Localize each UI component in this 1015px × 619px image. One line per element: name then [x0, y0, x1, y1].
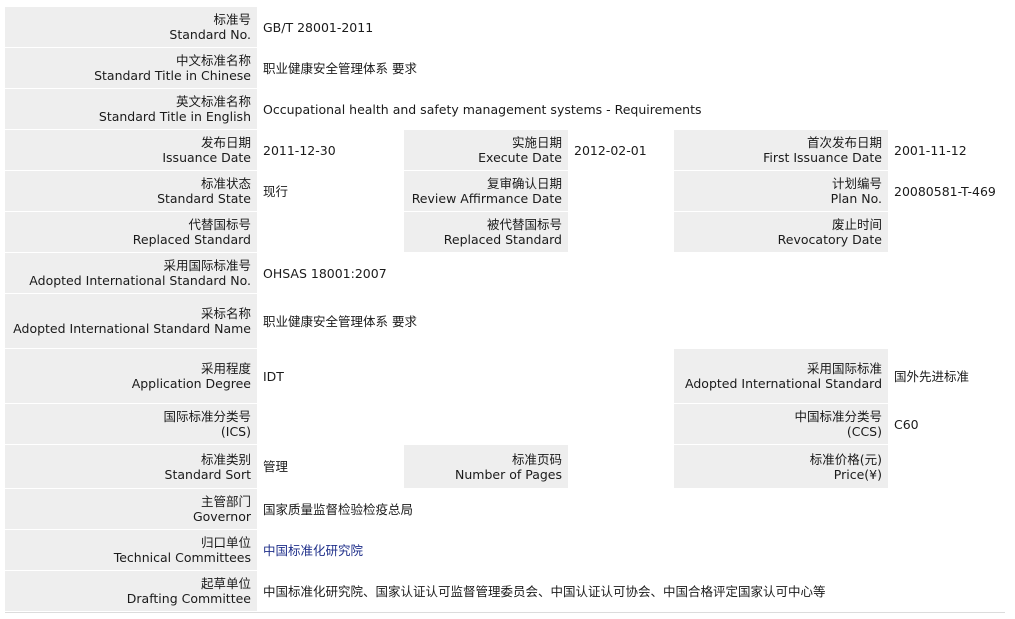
label-revocatory-date: 废止时间 Revocatory Date	[674, 212, 888, 252]
label-review-date: 复审确认日期 Review Affirmance Date	[404, 171, 568, 211]
label-governor: 主管部门 Governor	[5, 489, 257, 529]
label-adopted-intl-no: 采用国际标准号 Adopted International Standard N…	[5, 253, 257, 293]
label-technical-committees: 归口单位 Technical Committees	[5, 530, 257, 570]
label-standard-state: 标准状态 Standard State	[5, 171, 257, 211]
value-ics	[257, 404, 674, 444]
label-plan-no: 计划编号 Plan No.	[674, 171, 888, 211]
value-price	[888, 445, 1006, 488]
value-adopted-intl-name: 职业健康安全管理体系 要求	[257, 294, 1006, 348]
row-dates: 发布日期 Issuance Date 2011-12-30 实施日期 Execu…	[5, 130, 1006, 170]
value-adopted-intl-no: OHSAS 18001:2007	[257, 253, 1006, 293]
label-title-zh: 中文标准名称 Standard Title in Chinese	[5, 48, 257, 88]
value-revocatory-date	[888, 212, 1006, 252]
row-governor: 主管部门 Governor 国家质量监督检验检疫总局	[5, 489, 1006, 529]
value-standard-no: GB/T 28001-2011	[257, 7, 1006, 47]
label-adopted-intl-standard: 采用国际标准 Adopted International Standard	[674, 349, 888, 403]
label-title-en: 英文标准名称 Standard Title in English	[5, 89, 257, 129]
value-governor: 国家质量监督检验检疫总局	[257, 489, 1006, 529]
label-drafting-committee: 起草单位 Drafting Committee	[5, 571, 257, 611]
row-state: 标准状态 Standard State 现行 复审确认日期 Review Aff…	[5, 171, 1006, 211]
row-title-zh: 中文标准名称 Standard Title in Chinese 职业健康安全管…	[5, 48, 1006, 88]
label-adopted-intl-name: 采标名称 Adopted International Standard Name	[5, 294, 257, 348]
label-application-degree: 采用程度 Application Degree	[5, 349, 257, 403]
label-ics: 国际标准分类号 (ICS)	[5, 404, 257, 444]
label-standard-sort: 标准类别 Standard Sort	[5, 445, 257, 488]
row-adopted-intl-no: 采用国际标准号 Adopted International Standard N…	[5, 253, 1006, 293]
standard-info-table: 标准号 Standard No. GB/T 28001-2011 中文标准名称 …	[5, 6, 1006, 612]
value-number-of-pages	[568, 445, 674, 488]
label-standard-no: 标准号 Standard No.	[5, 7, 257, 47]
row-technical-committees: 归口单位 Technical Committees 中国标准化研究院	[5, 530, 1006, 570]
value-drafting-committee: 中国标准化研究院、国家认证认可监督管理委员会、中国认证认可协会、中国合格评定国家…	[257, 571, 1006, 611]
label-replaced-standard: 代替国标号 Replaced Standard	[5, 212, 257, 252]
value-replaced-by	[568, 212, 674, 252]
row-title-en: 英文标准名称 Standard Title in English Occupat…	[5, 89, 1006, 129]
label-replaced-by: 被代替国标号 Replaced Standard	[404, 212, 568, 252]
row-application-degree: 采用程度 Application Degree IDT 采用国际标准 Adopt…	[5, 349, 1006, 403]
technical-committees-link[interactable]: 中国标准化研究院	[263, 543, 363, 558]
value-technical-committees: 中国标准化研究院	[257, 530, 1006, 570]
label-issuance-date: 发布日期 Issuance Date	[5, 130, 257, 170]
value-first-issuance-date: 2001-11-12	[888, 130, 1006, 170]
value-title-en: Occupational health and safety managemen…	[257, 89, 1006, 129]
value-title-zh: 职业健康安全管理体系 要求	[257, 48, 1006, 88]
row-classification: 国际标准分类号 (ICS) 中国标准分类号 (CCS) C60	[5, 404, 1006, 444]
value-ccs: C60	[888, 404, 1006, 444]
value-replaced-standard	[257, 212, 404, 252]
row-drafting-committee: 起草单位 Drafting Committee 中国标准化研究院、国家认证认可监…	[5, 571, 1006, 611]
label-first-issuance-date: 首次发布日期 First Issuance Date	[674, 130, 888, 170]
row-adopted-intl-name: 采标名称 Adopted International Standard Name…	[5, 294, 1006, 348]
row-standard-no: 标准号 Standard No. GB/T 28001-2011	[5, 7, 1006, 47]
value-review-date	[568, 171, 674, 211]
label-number-of-pages: 标准页码 Number of Pages	[404, 445, 568, 488]
label-execute-date: 实施日期 Execute Date	[404, 130, 568, 170]
label-price: 标准价格(元) Price(¥)	[674, 445, 888, 488]
standard-detail-page: 标准号 Standard No. GB/T 28001-2011 中文标准名称 …	[0, 0, 1015, 619]
label-ccs: 中国标准分类号 (CCS)	[674, 404, 888, 444]
value-standard-state: 现行	[257, 171, 404, 211]
value-execute-date: 2012-02-01	[568, 130, 674, 170]
value-application-degree: IDT	[257, 349, 674, 403]
table-bottom-divider	[5, 612, 1005, 613]
row-sort: 标准类别 Standard Sort 管理 标准页码 Number of Pag…	[5, 445, 1006, 488]
value-issuance-date: 2011-12-30	[257, 130, 404, 170]
value-standard-sort: 管理	[257, 445, 404, 488]
value-adopted-intl-standard: 国外先进标准	[888, 349, 1006, 403]
row-replaced: 代替国标号 Replaced Standard 被代替国标号 Replaced …	[5, 212, 1006, 252]
value-plan-no: 20080581-T-469	[888, 171, 1006, 211]
